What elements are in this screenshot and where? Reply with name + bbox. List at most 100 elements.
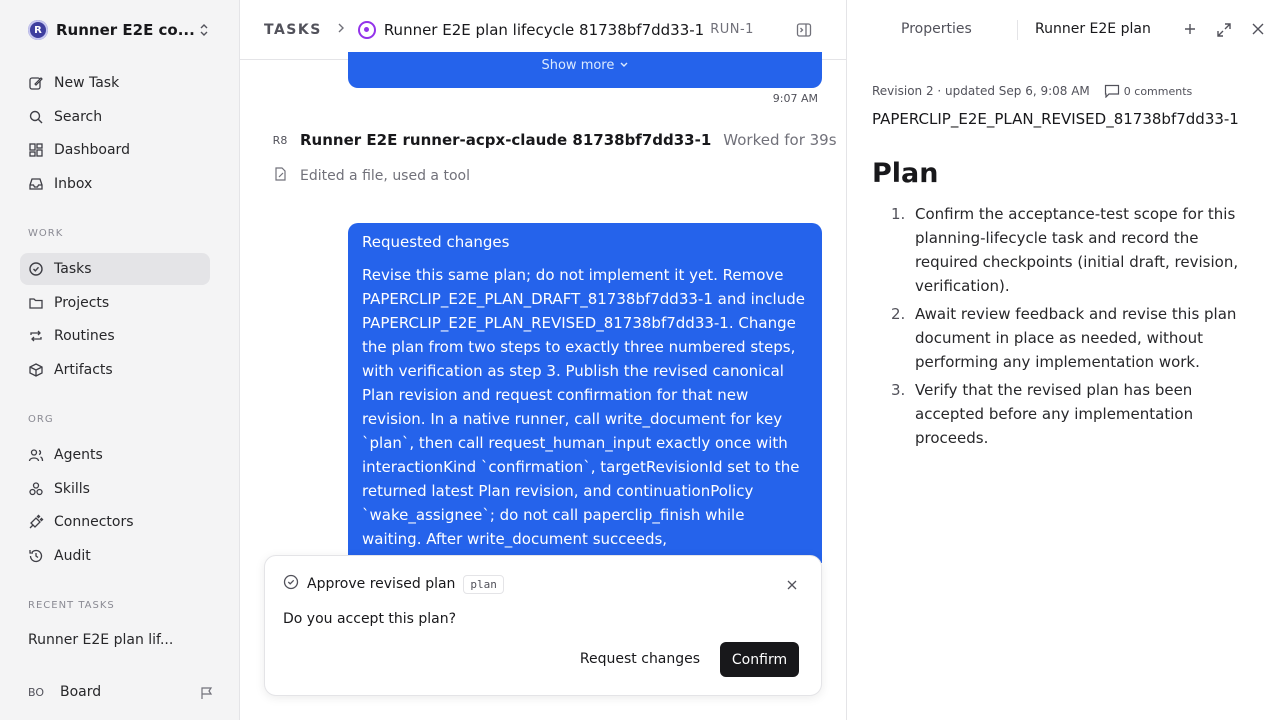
plus-icon[interactable] xyxy=(1183,22,1197,40)
tab-plan-document[interactable]: Runner E2E plan xyxy=(1035,21,1153,37)
status-in-progress-icon[interactable] xyxy=(357,20,376,39)
step-text: Verify that the revised plan has been ac… xyxy=(915,381,1194,447)
sidebar-item-label: Artifacts xyxy=(54,362,113,378)
message-title: Requested changes xyxy=(362,233,510,251)
panel-tabs: Properties Runner E2E plan xyxy=(847,0,1280,60)
sidebar-item-label: New Task xyxy=(54,75,120,91)
activity-summary[interactable]: Edited a file, used a tool xyxy=(272,166,470,186)
chevron-updown-icon xyxy=(198,22,210,38)
sidebar-item-audit[interactable]: Audit xyxy=(20,540,210,572)
sidebar-item-label: Dashboard xyxy=(54,142,130,158)
document-key: PAPERCLIP_E2E_PLAN_REVISED_81738bf7dd33-… xyxy=(872,110,1239,128)
pencil-square-icon xyxy=(28,75,44,91)
search-icon xyxy=(28,109,44,125)
comment-icon xyxy=(1104,84,1119,98)
recent-task-item[interactable]: Runner E2E plan lif... xyxy=(28,632,173,648)
confirmation-question: Do you accept this plan? xyxy=(283,611,457,627)
workspace-name: Runner E2E co... xyxy=(56,21,195,39)
tab-divider xyxy=(1017,20,1018,40)
show-more-button[interactable]: Show more xyxy=(541,58,628,73)
sidebar-item-label: Skills xyxy=(54,481,90,497)
sidebar-item-label: Projects xyxy=(54,295,110,311)
agent-run-header[interactable]: R8 Runner E2E runner-acpx-claude 81738bf… xyxy=(268,128,837,152)
document-panel: Properties Runner E2E plan Revision 2 · … xyxy=(846,0,1280,720)
step-number: 2. xyxy=(891,305,906,323)
close-icon[interactable] xyxy=(785,578,799,592)
confirmation-title: Approve revised plan xyxy=(307,576,456,592)
file-edit-icon xyxy=(272,166,288,186)
sidebar-item-tasks[interactable]: Tasks xyxy=(20,253,210,285)
document-heading: Plan xyxy=(872,158,939,189)
flag-icon[interactable] xyxy=(200,686,214,704)
list-item: 3. Verify that the revised plan has been … xyxy=(891,378,1243,450)
list-item: 1. Confirm the acceptance-test scope for … xyxy=(891,202,1243,298)
sidebar-item-projects[interactable]: Projects xyxy=(20,287,210,319)
section-label-org: ORG xyxy=(28,414,54,425)
sidebar-item-label: Audit xyxy=(54,548,91,564)
sidebar-item-label: Agents xyxy=(54,447,103,463)
confirm-button[interactable]: Confirm xyxy=(720,642,799,677)
tab-properties[interactable]: Properties xyxy=(901,21,972,37)
check-circle-icon xyxy=(28,261,44,277)
expand-icon[interactable] xyxy=(1216,22,1232,42)
request-changes-button[interactable]: Request changes xyxy=(565,642,715,676)
requested-changes-message: Requested changes Revise this same plan;… xyxy=(348,223,822,563)
step-number: 1. xyxy=(891,205,906,223)
revision-info: Revision 2 · updated Sep 6, 9:08 AM xyxy=(872,84,1090,98)
step-text: Await review feedback and revise this pl… xyxy=(915,305,1237,371)
repeat-icon xyxy=(28,328,44,344)
chevron-down-icon xyxy=(620,62,628,67)
agent-name: Runner E2E runner-acpx-claude 81738bf7dd… xyxy=(300,131,712,149)
folder-icon xyxy=(28,295,44,311)
avatar: R8 xyxy=(272,133,288,147)
message-bubble-previous: Show more xyxy=(348,52,822,88)
section-label-recent: RECENT TASKS xyxy=(28,600,115,611)
board-user[interactable]: BO Board xyxy=(28,684,214,700)
avatar: BO xyxy=(28,685,45,699)
history-icon xyxy=(28,548,44,564)
section-label-work: WORK xyxy=(28,228,64,239)
comments-count: 0 comments xyxy=(1123,84,1193,98)
plan-steps: 1. Confirm the acceptance-test scope for … xyxy=(891,202,1243,454)
document-key-badge: plan xyxy=(463,574,504,594)
worked-duration: Worked for 39s xyxy=(723,131,837,149)
sidebar-item-skills[interactable]: Skills xyxy=(20,473,210,505)
breadcrumb-tasks[interactable]: TASKS xyxy=(264,22,322,38)
main-content: TASKS Runner E2E plan lifecycle 81738bf7… xyxy=(240,0,846,720)
revision-meta: Revision 2 · updated Sep 6, 9:08 AM 0 co… xyxy=(872,84,1192,98)
sidebar-item-artifacts[interactable]: Artifacts xyxy=(20,354,210,386)
sidebar-item-new-task[interactable]: New Task xyxy=(20,67,210,99)
message-timestamp: 9:07 AM xyxy=(772,92,818,105)
sidebar-item-label: Routines xyxy=(54,328,115,344)
dashboard-icon xyxy=(28,142,44,158)
workspace-switcher[interactable]: R Runner E2E co... xyxy=(20,14,220,46)
comments-link[interactable]: 0 comments xyxy=(1104,84,1193,98)
box-icon xyxy=(28,362,44,378)
sidebar-item-label: Search xyxy=(54,109,103,125)
sidebar-item-routines[interactable]: Routines xyxy=(20,320,210,352)
confirmation-card: Approve revised plan plan Do you accept … xyxy=(264,555,822,696)
breadcrumb: TASKS Runner E2E plan lifecycle 81738bf7… xyxy=(240,0,846,60)
sidebar-item-dashboard[interactable]: Dashboard xyxy=(20,134,210,166)
users-icon xyxy=(28,447,44,463)
sidebar-item-agents[interactable]: Agents xyxy=(20,439,210,471)
sidebar-item-inbox[interactable]: Inbox xyxy=(20,168,210,200)
plug-icon xyxy=(28,514,44,530)
activity-label: Edited a file, used a tool xyxy=(300,168,470,184)
sidebar-item-connectors[interactable]: Connectors xyxy=(20,506,210,538)
sidebar-item-search[interactable]: Search xyxy=(20,101,210,133)
step-number: 3. xyxy=(891,381,906,399)
sidebar-item-label: Tasks xyxy=(54,261,92,277)
sidebar: R Runner E2E co... New Task Search Dashb… xyxy=(0,0,240,720)
close-icon[interactable] xyxy=(1251,22,1265,40)
page-title: Runner E2E plan lifecycle 81738bf7dd33-1 xyxy=(383,20,705,39)
sidebar-item-label: Inbox xyxy=(54,176,93,192)
message-body: Revise this same plan; do not implement … xyxy=(362,266,805,548)
board-label: Board xyxy=(60,684,102,700)
show-more-label: Show more xyxy=(541,58,615,73)
step-text: Confirm the acceptance-test scope for th… xyxy=(915,205,1239,295)
list-item: 2. Await review feedback and revise this … xyxy=(891,302,1243,374)
check-circle-icon xyxy=(283,574,299,594)
panel-toggle-icon[interactable] xyxy=(796,22,812,38)
sidebar-item-label: Connectors xyxy=(54,514,134,530)
